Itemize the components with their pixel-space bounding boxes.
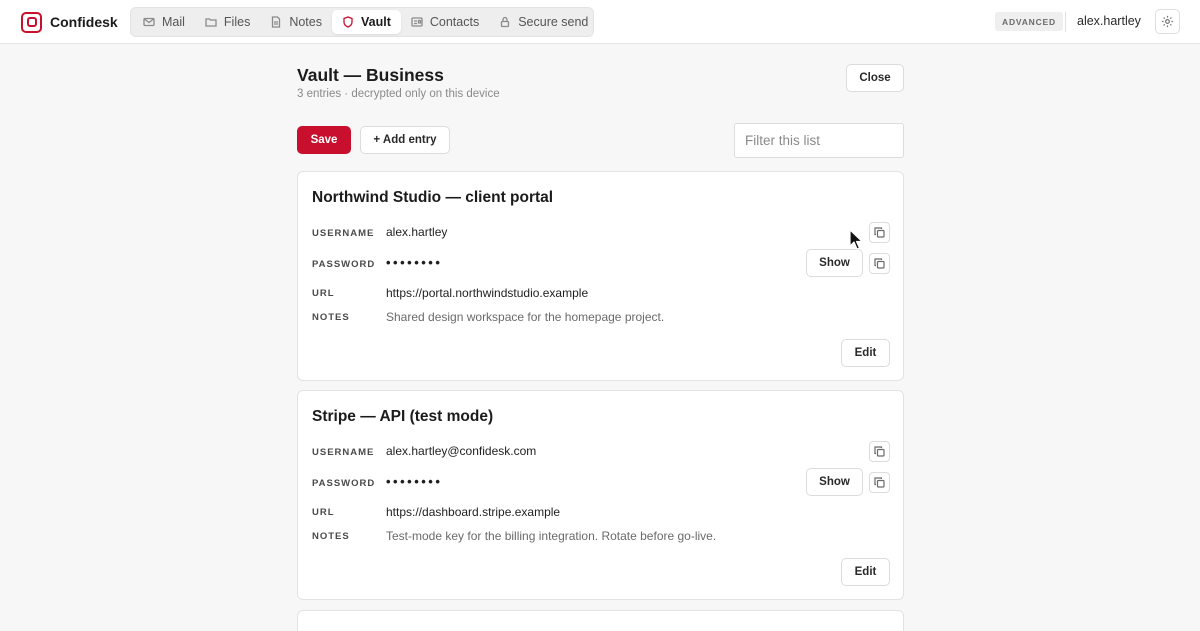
filter-input[interactable] <box>734 123 904 158</box>
tab-contacts[interactable]: Contacts <box>401 10 489 34</box>
notes-label: NOTES <box>312 531 350 542</box>
gear-icon <box>1161 15 1174 28</box>
shield-icon <box>343 16 353 28</box>
tab-label: Secure send <box>518 15 589 29</box>
account-username[interactable]: alex.hartley <box>1077 14 1141 28</box>
edit-entry-button[interactable]: Edit <box>841 339 890 367</box>
password-label: PASSWORD <box>312 478 376 489</box>
save-button[interactable]: Save <box>297 126 351 154</box>
app-name: Confidesk <box>50 14 118 30</box>
username-label: USERNAME <box>312 447 375 458</box>
main-nav: Mail Files Notes Vault Contacts Secure s… <box>130 7 594 37</box>
url-label: URL <box>312 507 335 518</box>
document-icon <box>272 16 281 28</box>
show-password-button[interactable]: Show <box>806 468 863 496</box>
copy-icon <box>874 227 885 238</box>
notes-label: NOTES <box>312 312 350 323</box>
username-value[interactable]: alex.hartley <box>386 225 447 239</box>
vault-entry-card: Northwind Studio — client portal USERNAM… <box>297 171 904 381</box>
username-value[interactable]: alex.hartley@confidesk.com <box>386 444 536 458</box>
page-subtitle: 3 entries · decrypted only on this devic… <box>297 88 500 100</box>
header-divider <box>1065 12 1066 32</box>
notes-value: Shared design workspace for the homepage… <box>386 310 665 324</box>
password-label: PASSWORD <box>312 259 376 270</box>
advanced-mode-badge[interactable]: ADVANCED <box>995 12 1063 31</box>
tab-notes[interactable]: Notes <box>260 10 332 34</box>
tab-label: Vault <box>360 15 391 29</box>
tab-mail[interactable]: Mail <box>133 10 195 34</box>
password-value[interactable]: •••••••• <box>386 474 442 489</box>
notes-value: Test-mode key for the billing integratio… <box>386 529 717 543</box>
page-title: Vault — Business <box>297 65 444 85</box>
copy-username-button[interactable] <box>869 222 890 243</box>
entry-title: Northwind Studio — client portal <box>312 189 554 206</box>
copy-icon <box>874 446 885 457</box>
url-value[interactable]: https://portal.northwindstudio.example <box>386 286 588 300</box>
tab-vault[interactable]: Vault <box>331 10 401 34</box>
show-password-button[interactable]: Show <box>806 249 863 277</box>
tab-files[interactable]: Files <box>195 10 260 34</box>
confidesk-logo-icon <box>21 11 42 33</box>
tab-label: Mail <box>162 15 185 29</box>
password-value[interactable]: •••••••• <box>386 255 442 270</box>
tab-secure-send[interactable]: Secure send <box>489 10 598 34</box>
entry-title: Stripe — API (test mode) <box>312 408 494 425</box>
copy-icon <box>874 477 885 488</box>
close-button[interactable]: Close <box>846 64 904 92</box>
edit-entry-button[interactable]: Edit <box>841 558 890 586</box>
vault-entry-card: Stripe — API (test mode) USERNAME alex.h… <box>297 390 904 600</box>
settings-button[interactable] <box>1155 9 1180 34</box>
mouse-cursor-icon <box>849 229 863 250</box>
tab-label: Files <box>223 15 251 29</box>
brand[interactable]: Confidesk <box>21 11 118 33</box>
copy-password-button[interactable] <box>869 253 890 274</box>
add-entry-button[interactable]: + Add entry <box>360 126 450 154</box>
url-value[interactable]: https://dashboard.stripe.example <box>386 505 560 519</box>
copy-password-button[interactable] <box>869 472 890 493</box>
copy-icon <box>874 258 885 269</box>
tab-label: Contacts <box>429 15 480 29</box>
vault-entry-card <box>297 610 904 631</box>
copy-username-button[interactable] <box>869 441 890 462</box>
mail-icon <box>143 17 155 27</box>
url-label: URL <box>312 288 335 299</box>
username-label: USERNAME <box>312 228 375 239</box>
contact-card-icon <box>411 17 423 27</box>
folder-icon <box>205 18 217 27</box>
lock-icon <box>501 16 510 28</box>
top-bar: Confidesk Mail Files Notes Vault Contact… <box>0 0 1200 44</box>
tab-label: Notes <box>289 15 322 29</box>
